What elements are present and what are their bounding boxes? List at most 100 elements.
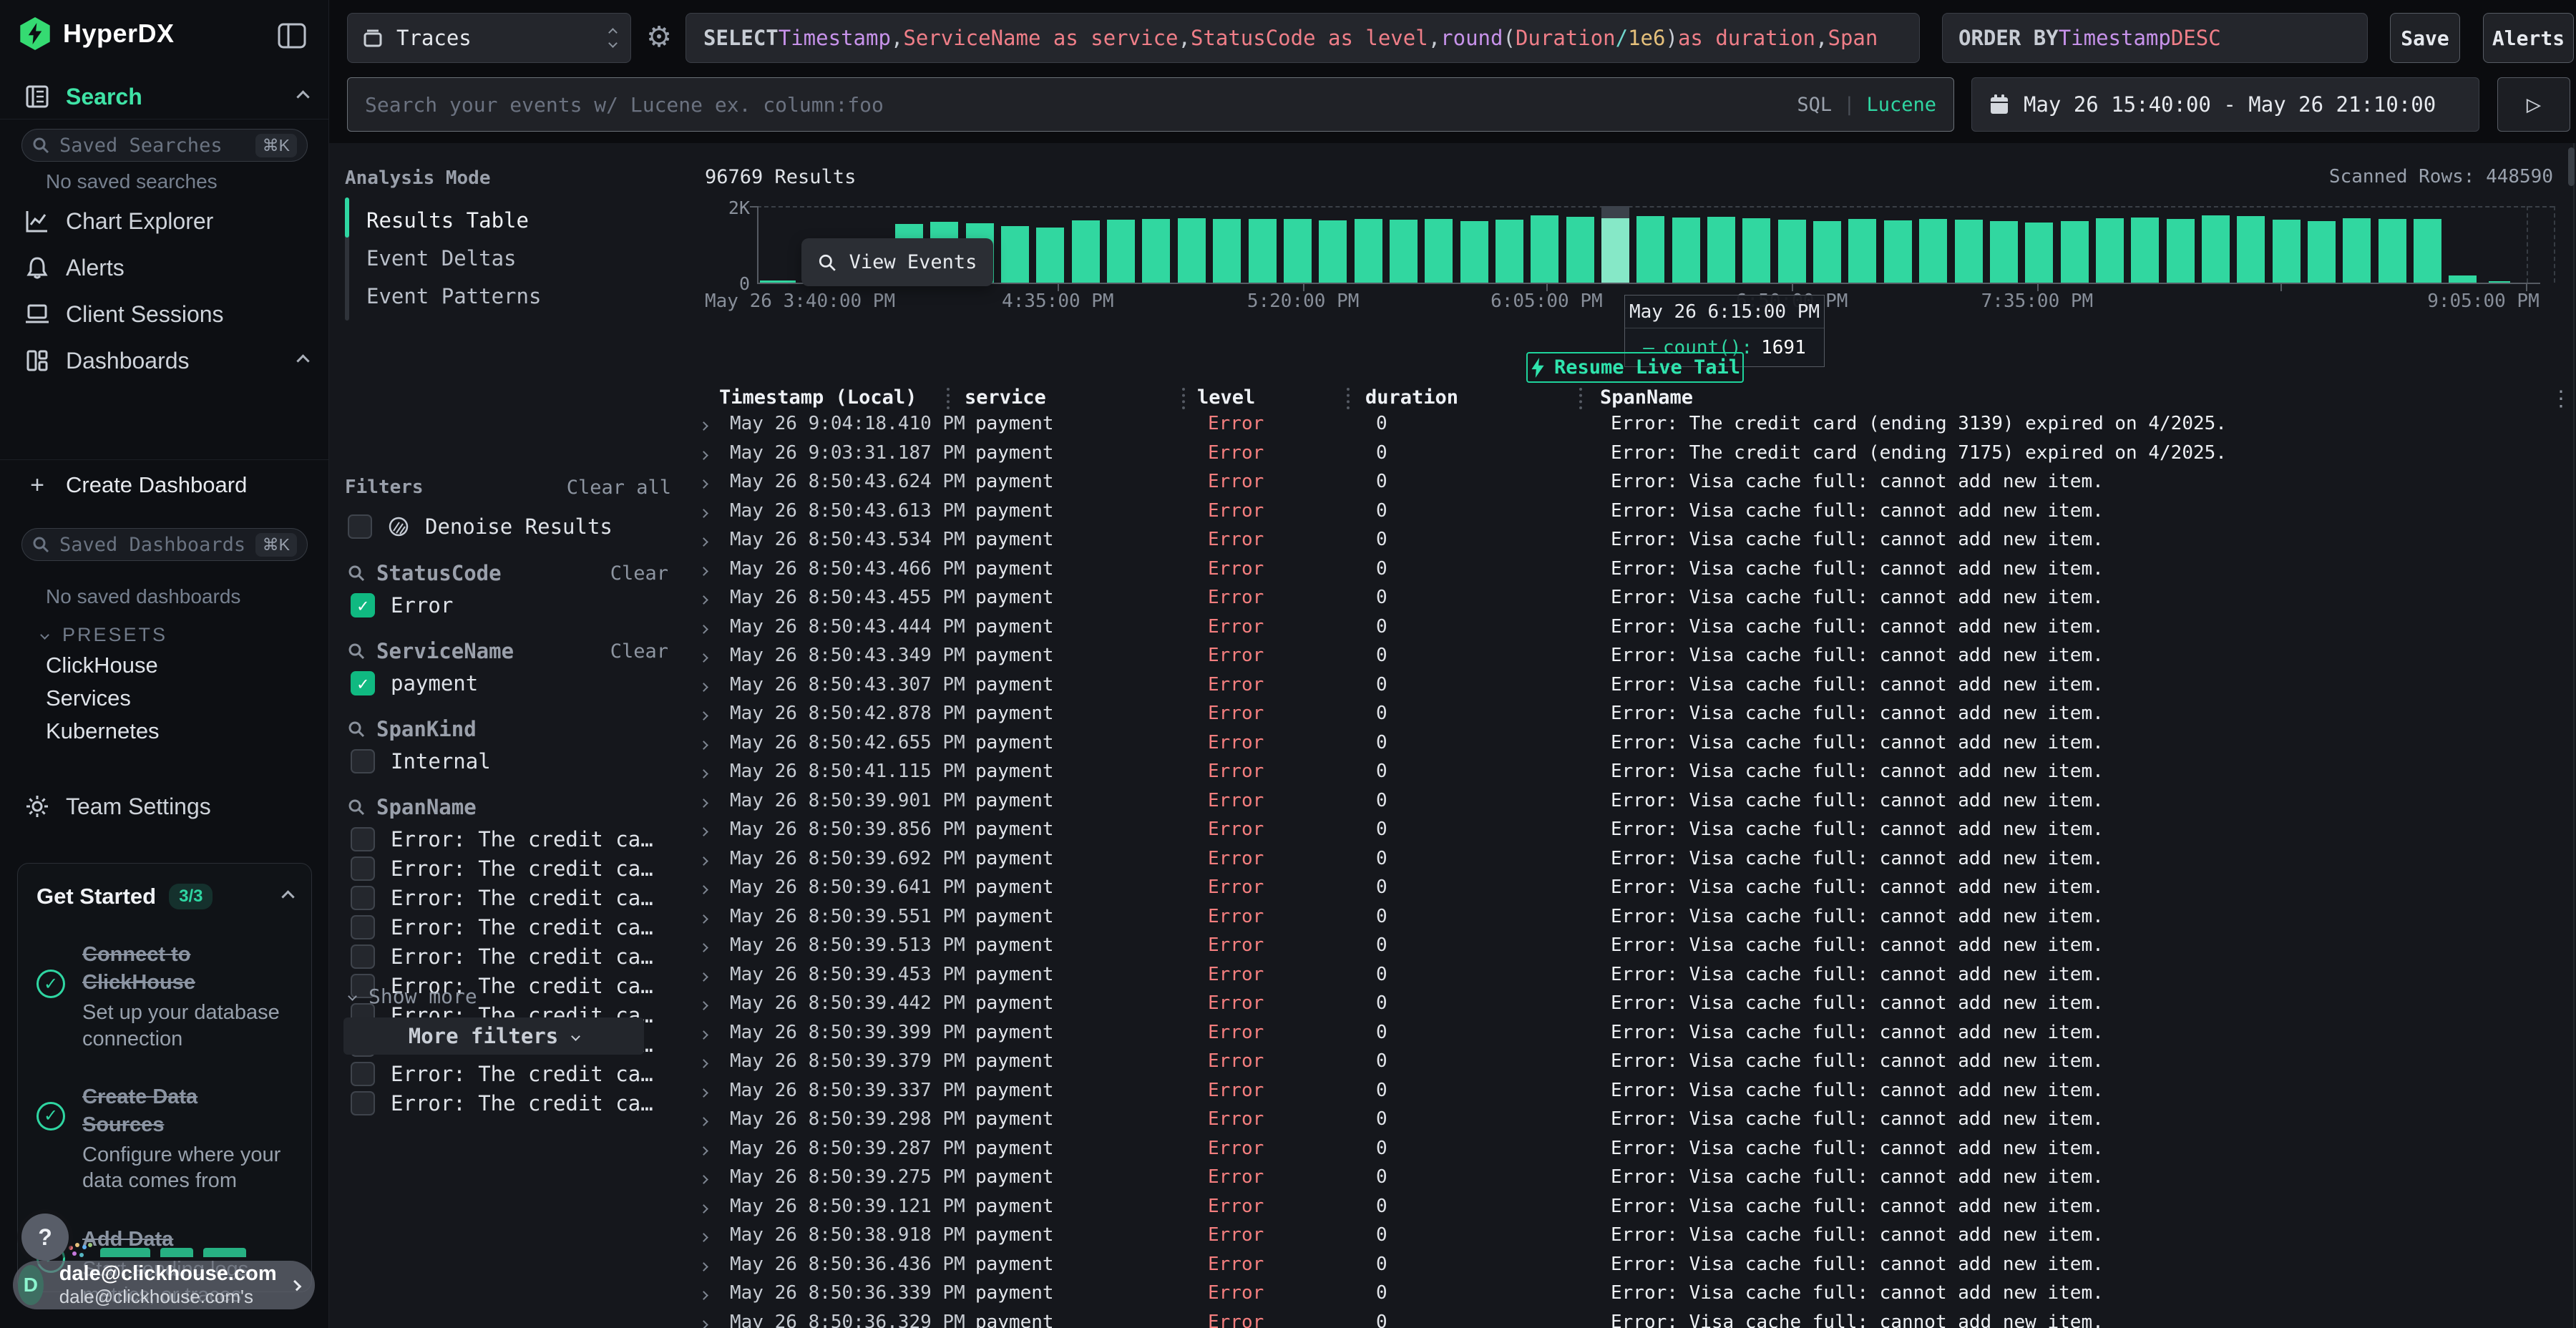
histogram-bar[interactable] bbox=[2131, 218, 2159, 283]
preset-item-clickhouse[interactable]: ClickHouse bbox=[46, 653, 158, 678]
table-row[interactable]: May 26 8:50:42.655 PMpaymentError0Error:… bbox=[687, 728, 2576, 758]
histogram-bar[interactable] bbox=[2202, 215, 2230, 283]
row-expand-chevron-icon[interactable] bbox=[698, 1312, 730, 1328]
histogram-bar[interactable] bbox=[1107, 220, 1135, 283]
histogram-bar[interactable] bbox=[1707, 217, 1735, 283]
get-started-item[interactable]: ✓Create Data SourcesConfigure where your… bbox=[36, 1083, 293, 1194]
table-row[interactable]: May 26 8:50:39.337 PMpaymentError0Error:… bbox=[687, 1076, 2576, 1105]
saved-dashboards-search[interactable]: ⌘K bbox=[21, 528, 308, 561]
histogram-bar[interactable] bbox=[2414, 219, 2441, 283]
column-settings-icon[interactable]: ⋮ bbox=[2550, 386, 2572, 411]
row-expand-chevron-icon[interactable] bbox=[698, 645, 730, 666]
histogram-bar[interactable] bbox=[2167, 219, 2195, 283]
table-row[interactable]: May 26 8:50:43.624 PMpaymentError0Error:… bbox=[687, 467, 2576, 497]
histogram-bar[interactable] bbox=[2025, 223, 2053, 283]
table-row[interactable]: May 26 8:50:39.442 PMpaymentError0Error:… bbox=[687, 989, 2576, 1018]
row-expand-chevron-icon[interactable] bbox=[698, 1254, 730, 1275]
preset-item-kubernetes[interactable]: Kubernetes bbox=[46, 718, 160, 744]
row-expand-chevron-icon[interactable] bbox=[698, 471, 730, 492]
filter-clear-button[interactable]: Clear bbox=[610, 640, 668, 663]
table-row[interactable]: May 26 8:50:43.307 PMpaymentError0Error:… bbox=[687, 670, 2576, 700]
histogram-bar[interactable] bbox=[1390, 220, 1418, 283]
table-row[interactable]: May 26 8:50:38.918 PMpaymentError0Error:… bbox=[687, 1221, 2576, 1250]
table-row[interactable]: May 26 8:50:39.513 PMpaymentError0Error:… bbox=[687, 931, 2576, 960]
table-row[interactable]: May 26 8:50:39.121 PMpaymentError0Error:… bbox=[687, 1192, 2576, 1221]
histogram-bar[interactable] bbox=[1955, 220, 1983, 283]
order-by-editor[interactable]: ORDER BY Timestamp DESC bbox=[1942, 13, 2368, 63]
date-range-picker[interactable]: May 26 15:40:00 - May 26 21:10:00 bbox=[1971, 77, 2479, 132]
histogram-bar[interactable] bbox=[2061, 221, 2089, 283]
histogram-bar[interactable] bbox=[1001, 226, 1029, 283]
table-row[interactable]: May 26 8:50:36.339 PMpaymentError0Error:… bbox=[687, 1279, 2576, 1308]
filter-checkbox[interactable] bbox=[351, 944, 375, 969]
histogram-bar[interactable] bbox=[1672, 218, 1700, 283]
histogram-bar[interactable] bbox=[2237, 216, 2265, 283]
row-expand-chevron-icon[interactable] bbox=[698, 1224, 730, 1246]
histogram-bar[interactable] bbox=[1566, 217, 1594, 283]
row-expand-chevron-icon[interactable] bbox=[698, 848, 730, 869]
table-row[interactable]: May 26 8:50:43.466 PMpaymentError0Error:… bbox=[687, 555, 2576, 584]
sidebar-item-chart-explorer[interactable]: Chart Explorer bbox=[0, 202, 329, 240]
filter-option-row[interactable]: ✓Error bbox=[351, 591, 453, 620]
histogram-bar[interactable] bbox=[1848, 219, 1876, 283]
histogram-bar[interactable] bbox=[1496, 220, 1523, 283]
saved-searches-search[interactable]: ⌘K bbox=[21, 129, 308, 162]
row-expand-chevron-icon[interactable] bbox=[698, 906, 730, 927]
show-more-button[interactable]: Show more bbox=[349, 985, 477, 1008]
create-dashboard-button[interactable]: + Create Dashboard bbox=[0, 468, 329, 502]
histogram-bar[interactable] bbox=[1884, 220, 1912, 283]
get-started-item[interactable]: ✓Connect to ClickHouseSet up your databa… bbox=[36, 941, 293, 1052]
histogram-bar[interactable] bbox=[1990, 221, 2018, 283]
histogram-bar[interactable] bbox=[1319, 220, 1347, 283]
filter-checkbox[interactable]: ✓ bbox=[351, 671, 375, 695]
histogram-bar[interactable] bbox=[1636, 216, 1664, 283]
histogram-bar[interactable] bbox=[1355, 219, 1382, 283]
row-expand-chevron-icon[interactable] bbox=[698, 587, 730, 608]
row-expand-chevron-icon[interactable] bbox=[698, 413, 730, 434]
table-row[interactable]: May 26 8:50:43.455 PMpaymentError0Error:… bbox=[687, 583, 2576, 612]
histogram-bar[interactable] bbox=[2343, 218, 2371, 283]
histogram-bar[interactable] bbox=[1284, 219, 1312, 283]
table-row[interactable]: May 26 8:50:39.692 PMpaymentError0Error:… bbox=[687, 844, 2576, 874]
table-row[interactable]: May 26 8:50:39.287 PMpaymentError0Error:… bbox=[687, 1134, 2576, 1163]
row-expand-chevron-icon[interactable] bbox=[698, 529, 730, 550]
row-expand-chevron-icon[interactable] bbox=[698, 1022, 730, 1043]
chevron-up-icon[interactable] bbox=[281, 890, 294, 903]
more-filters-button[interactable]: More filters bbox=[343, 1017, 644, 1055]
filter-checkbox[interactable] bbox=[351, 749, 375, 773]
filter-option-row[interactable]: Error: The credit card … bbox=[351, 913, 663, 942]
preset-item-services[interactable]: Services bbox=[46, 685, 131, 711]
row-expand-chevron-icon[interactable] bbox=[698, 558, 730, 580]
view-events-popover[interactable]: View Events bbox=[801, 238, 993, 286]
filter-checkbox[interactable] bbox=[351, 856, 375, 881]
table-row[interactable]: May 26 8:50:43.444 PMpaymentError0Error:… bbox=[687, 612, 2576, 642]
analysis-mode-event-deltas[interactable]: Event Deltas bbox=[366, 244, 517, 273]
table-row[interactable]: May 26 8:50:43.349 PMpaymentError0Error:… bbox=[687, 641, 2576, 670]
scrollbar-thumb[interactable] bbox=[2568, 147, 2575, 186]
histogram-bar[interactable] bbox=[1249, 219, 1277, 283]
histogram-bar[interactable] bbox=[1213, 219, 1241, 283]
row-expand-chevron-icon[interactable] bbox=[698, 819, 730, 840]
column-header-timestamp-local-[interactable]: Timestamp (Local) bbox=[719, 386, 917, 409]
column-header-duration[interactable]: duration bbox=[1365, 386, 1458, 409]
filter-checkbox[interactable] bbox=[351, 1091, 375, 1115]
histogram-bar[interactable] bbox=[1036, 228, 1064, 283]
table-row[interactable]: May 26 9:03:31.187 PMpaymentError0Error:… bbox=[687, 439, 2576, 468]
event-search-input[interactable] bbox=[365, 93, 1782, 117]
filter-option-row[interactable]: ✓payment bbox=[351, 669, 478, 698]
saved-searches-input[interactable] bbox=[59, 135, 245, 157]
row-expand-chevron-icon[interactable] bbox=[698, 442, 730, 464]
sidebar-item-alerts[interactable]: Alerts bbox=[0, 248, 329, 287]
filter-checkbox[interactable] bbox=[351, 827, 375, 851]
histogram-bar[interactable] bbox=[1531, 215, 1558, 283]
histogram-bar[interactable] bbox=[1742, 218, 1770, 283]
run-query-button[interactable]: ▷ bbox=[2497, 77, 2570, 132]
row-expand-chevron-icon[interactable] bbox=[698, 934, 730, 956]
histogram-bar[interactable] bbox=[1778, 220, 1806, 283]
table-row[interactable]: May 26 8:50:39.856 PMpaymentError0Error:… bbox=[687, 815, 2576, 844]
row-expand-chevron-icon[interactable] bbox=[698, 500, 730, 522]
row-expand-chevron-icon[interactable] bbox=[698, 732, 730, 753]
sidebar-item-team-settings[interactable]: Team Settings bbox=[0, 787, 329, 826]
row-expand-chevron-icon[interactable] bbox=[698, 1138, 730, 1159]
filter-clear-button[interactable]: Clear bbox=[610, 562, 668, 585]
